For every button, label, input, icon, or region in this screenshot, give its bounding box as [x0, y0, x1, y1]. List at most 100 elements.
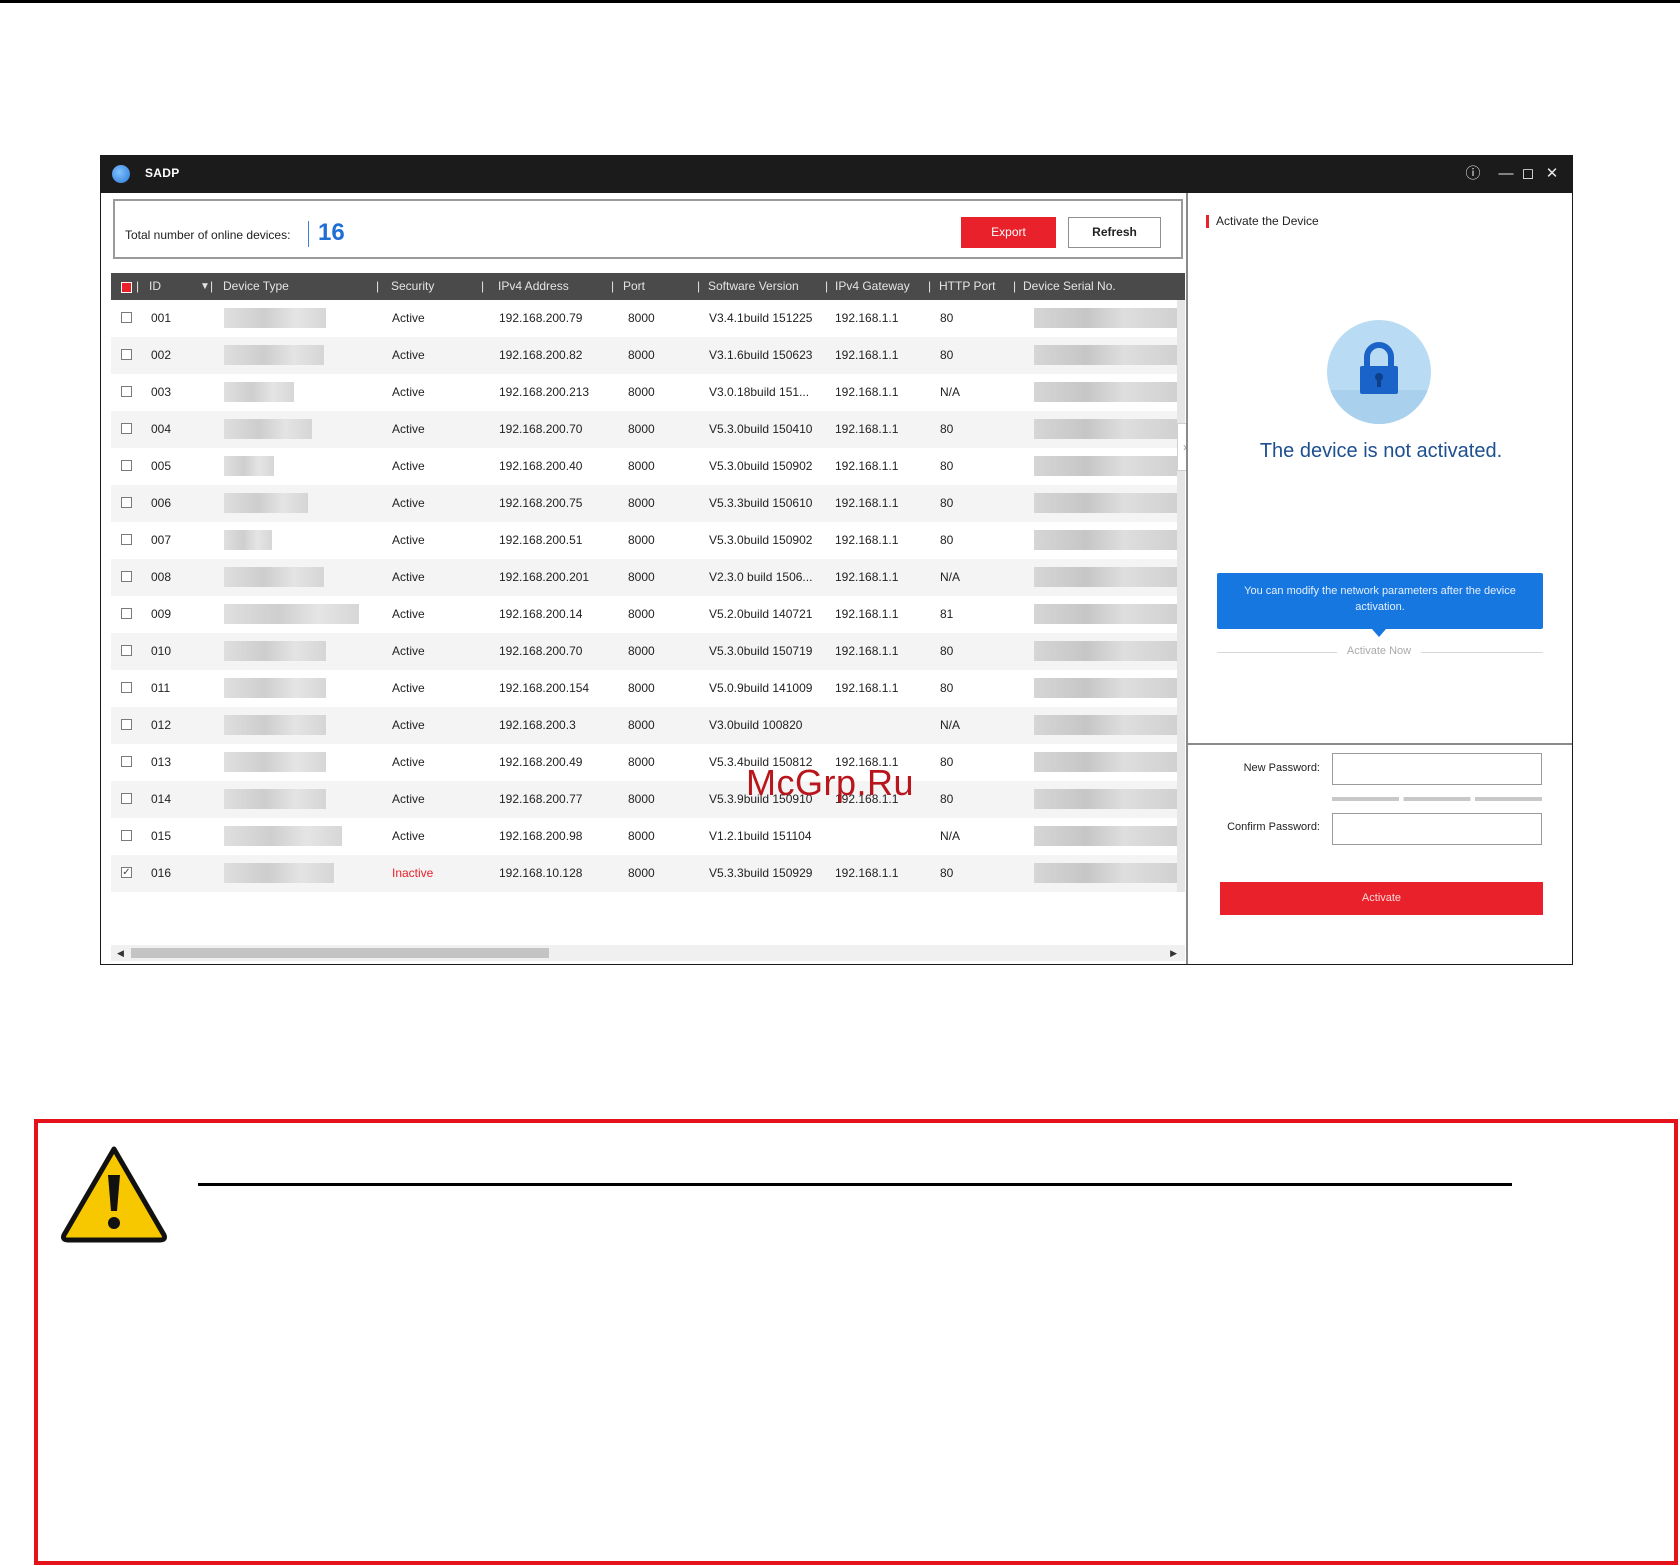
row-checkbox[interactable] [121, 756, 132, 767]
cell-http-port: 80 [940, 459, 954, 473]
row-checkbox[interactable] [121, 312, 132, 323]
confirm-password-field[interactable] [1332, 813, 1542, 845]
cell-ipv4-gateway: 192.168.1.1 [835, 385, 899, 399]
row-checkbox[interactable] [121, 497, 132, 508]
cell-security: Active [392, 385, 425, 399]
cell-port: 8000 [628, 866, 655, 880]
table-row[interactable]: 009 Active 192.168.200.14 8000 V5.2.0build 1… [111, 596, 1185, 633]
row-checkbox[interactable] [121, 682, 132, 693]
table-row[interactable]: 005 Active 192.168.200.40 8000 V5.3.0build 1… [111, 448, 1185, 485]
cell-ipv4-address: 192.168.200.3 [499, 718, 576, 732]
row-checkbox[interactable] [121, 793, 132, 804]
row-checkbox[interactable] [121, 534, 132, 545]
cell-serial-redacted [1034, 715, 1184, 735]
table-row[interactable]: 006 Active 192.168.200.75 8000 V5.3.3build 1… [111, 485, 1185, 522]
cell-security: Active [392, 459, 425, 473]
cell-device-type-redacted [224, 382, 294, 402]
new-password-field[interactable] [1332, 753, 1542, 785]
table-row[interactable]: 011 Active 192.168.200.154 8000 V5.0.9build … [111, 670, 1185, 707]
row-checkbox[interactable] [121, 349, 132, 360]
cell-id: 016 [151, 866, 172, 880]
cell-port: 8000 [628, 607, 655, 621]
cell-software-version: V5.3.0build 150410 [709, 422, 813, 436]
row-checkbox[interactable] [121, 571, 132, 582]
table-row[interactable]: 013 Active 192.168.200.49 8000 V5.3.4build 1… [111, 744, 1185, 781]
select-all-checkbox[interactable] [121, 282, 132, 293]
sadp-app-icon [112, 165, 130, 183]
column-header-id[interactable]: ID [149, 273, 161, 300]
cell-http-port: N/A [940, 718, 961, 732]
cell-software-version: V5.3.0build 150902 [709, 533, 813, 547]
column-header-http-port[interactable]: HTTP Port [939, 273, 995, 300]
table-row[interactable]: 014 Active 192.168.200.77 8000 V5.3.9build 1… [111, 781, 1185, 818]
activate-button[interactable]: Activate [1220, 882, 1543, 915]
maximize-icon[interactable]: ◻ [1517, 162, 1539, 186]
row-checkbox[interactable]: ✓ [121, 867, 132, 878]
column-header-port[interactable]: Port [623, 273, 645, 300]
cell-ipv4-address: 192.168.200.14 [499, 607, 583, 621]
vertical-scrollbar[interactable] [1177, 300, 1185, 892]
scroll-right-icon[interactable]: ▶ [1170, 945, 1177, 961]
refresh-button[interactable]: Refresh [1068, 217, 1161, 248]
table-row[interactable]: 010 Active 192.168.200.70 8000 V5.3.0build 1… [111, 633, 1185, 670]
table-row[interactable]: 001 Active 192.168.200.79 8000 V3.4.1build 1… [111, 300, 1185, 337]
column-separator: | [697, 279, 701, 293]
column-header-ipv4-address[interactable]: IPv4 Address [498, 273, 569, 300]
export-button[interactable]: Export [961, 217, 1056, 248]
column-separator: | [210, 279, 214, 293]
cell-http-port: N/A [940, 570, 961, 584]
table-row[interactable]: 002 Active 192.168.200.82 8000 V3.1.6build 1… [111, 337, 1185, 374]
activate-now-link[interactable]: Activate Now [1337, 645, 1421, 657]
horizontal-scrollbar[interactable]: ◀ ▶ [111, 945, 1185, 961]
app-title: SADP [145, 166, 180, 180]
row-checkbox[interactable] [121, 608, 132, 619]
cell-port: 8000 [628, 681, 655, 695]
cell-software-version: V5.3.0build 150902 [709, 459, 813, 473]
table-row[interactable]: 012 Active 192.168.200.3 8000 V3.0build 1008… [111, 707, 1185, 744]
minimize-icon[interactable]: — [1495, 162, 1517, 186]
table-row[interactable]: 015 Active 192.168.200.98 8000 V1.2.1build 1… [111, 818, 1185, 855]
column-header-software-version[interactable]: Software Version [708, 273, 799, 300]
cell-http-port: N/A [940, 829, 961, 843]
column-header-serial-no[interactable]: Device Serial No. [1023, 273, 1116, 300]
cell-device-type-redacted [224, 715, 326, 735]
cell-software-version: V5.3.3build 150610 [709, 496, 813, 510]
row-checkbox[interactable] [121, 645, 132, 656]
scrollbar-thumb[interactable] [131, 948, 549, 958]
password-form: New Password: Confirm Password: Activate [1188, 743, 1572, 964]
column-header-ipv4-gateway[interactable]: IPv4 Gateway [835, 273, 910, 300]
table-row[interactable]: ✓ 016 Inactive 192.168.10.128 8000 V5.3.3buil… [111, 855, 1185, 892]
close-icon[interactable]: ✕ [1541, 162, 1563, 186]
cell-security: Active [392, 755, 425, 769]
table-row[interactable]: 008 Active 192.168.200.201 8000 V2.3.0 build… [111, 559, 1185, 596]
cell-http-port: 80 [940, 533, 954, 547]
cell-security: Active [392, 311, 425, 325]
cell-ipv4-gateway: 192.168.1.1 [835, 422, 899, 436]
table-row[interactable]: 007 Active 192.168.200.51 8000 V5.3.0build 1… [111, 522, 1185, 559]
cell-ipv4-gateway: 192.168.1.1 [835, 866, 899, 880]
row-checkbox[interactable] [121, 423, 132, 434]
cell-security: Active [392, 348, 425, 362]
row-checkbox[interactable] [121, 830, 132, 841]
cell-http-port: 81 [940, 607, 954, 621]
column-separator: | [136, 279, 140, 293]
column-header-device-type[interactable]: Device Type [223, 273, 289, 300]
scroll-left-icon[interactable]: ◀ [117, 945, 124, 961]
cell-security: Active [392, 792, 425, 806]
warning-box [34, 1119, 1678, 1565]
table-row[interactable]: 003 Active 192.168.200.213 8000 V3.0.18build… [111, 374, 1185, 411]
watermark: McGrp.Ru [746, 762, 915, 803]
info-icon[interactable]: ⓘ [1462, 162, 1484, 186]
cell-software-version: V1.2.1build 151104 [709, 829, 812, 843]
row-checkbox[interactable] [121, 386, 132, 397]
cell-http-port: 80 [940, 348, 954, 362]
row-checkbox[interactable] [121, 719, 132, 730]
divider-line [1217, 652, 1337, 653]
table-header: | ID ▼ | Device Type | Security | IPv4 A… [111, 273, 1185, 300]
column-header-security[interactable]: Security [391, 273, 434, 300]
sort-caret-icon[interactable]: ▼ [200, 273, 210, 300]
cell-serial-redacted [1034, 382, 1184, 402]
table-row[interactable]: 004 Active 192.168.200.70 8000 V5.3.0build 1… [111, 411, 1185, 448]
cell-port: 8000 [628, 570, 655, 584]
row-checkbox[interactable] [121, 460, 132, 471]
